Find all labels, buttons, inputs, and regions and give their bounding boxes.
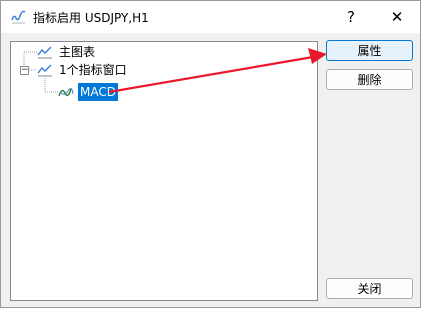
help-button[interactable]: ? [328, 1, 374, 33]
collapse-toggle-icon[interactable]: − [20, 66, 29, 75]
tree-item-label: 主图表 [59, 45, 96, 59]
tree-item-label: MACD [78, 83, 118, 101]
tree-item-indicator-window[interactable]: 1个指标窗口 [37, 61, 129, 79]
properties-button[interactable]: 属性 [326, 40, 413, 61]
indicator-icon [58, 88, 74, 97]
close-window-button[interactable]: ✕ [374, 1, 420, 33]
indicator-dialog: 指标启用 USDJPY,H1 ? ✕ 主图表 − 1个指标窗口 MACD 属性 … [0, 0, 421, 308]
tree-connector-lines [23, 51, 58, 93]
indicator-app-icon [11, 10, 26, 24]
close-button[interactable]: 关闭 [326, 278, 413, 299]
title-bar[interactable]: 指标启用 USDJPY,H1 ? ✕ [1, 1, 420, 33]
tree-item-main-chart[interactable]: 主图表 [37, 43, 97, 61]
line-chart-icon [37, 64, 52, 77]
line-chart-icon [37, 46, 52, 59]
tree-item-label: 1个指标窗口 [59, 63, 127, 77]
window-title: 指标启用 USDJPY,H1 [33, 11, 149, 25]
tree-item-macd[interactable]: MACD [58, 83, 118, 101]
delete-button[interactable]: 删除 [326, 69, 413, 90]
indicator-tree[interactable]: 主图表 − 1个指标窗口 MACD [10, 41, 318, 301]
